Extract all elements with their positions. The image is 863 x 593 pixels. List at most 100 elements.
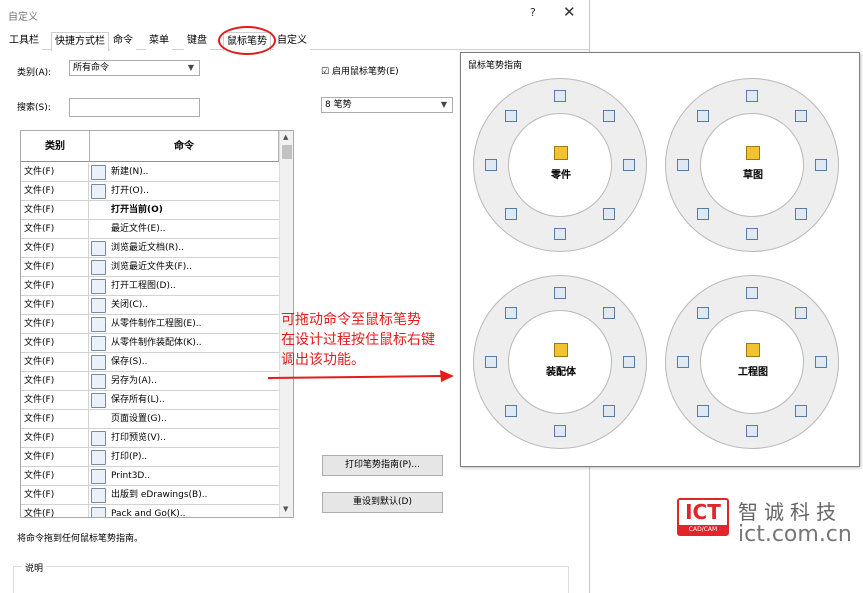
gesture-slot-icon[interactable]: [795, 208, 807, 220]
gesture-slot-icon[interactable]: [603, 110, 615, 122]
tab-shortcut-bar[interactable]: 快捷方式栏: [51, 32, 109, 51]
table-row[interactable]: 文件(F) 从零件制作装配体(K)..: [21, 334, 279, 353]
scroll-thumb[interactable]: [282, 145, 292, 159]
ict-logo-subtitle: CAD/CAM: [679, 525, 727, 535]
gesture-slot-icon[interactable]: [603, 307, 615, 319]
gesture-slot-icon[interactable]: [485, 159, 497, 171]
table-row[interactable]: 文件(F) 另存为(A)..: [21, 372, 279, 391]
column-header-command[interactable]: 命令: [90, 131, 279, 162]
gesture-slot-icon[interactable]: [795, 110, 807, 122]
tab-keyboard[interactable]: 键盘: [184, 32, 210, 50]
gesture-slot-icon[interactable]: [554, 425, 566, 437]
tab-commands[interactable]: 命令: [110, 32, 136, 50]
enable-gestures-label: 启用鼠标笔势(E): [331, 67, 399, 77]
column-header-category[interactable]: 类别: [21, 131, 90, 162]
table-row[interactable]: 文件(F) 浏览最近文档(R)..: [21, 239, 279, 258]
row-category: 文件(F): [21, 220, 89, 239]
document-type-icon: [746, 343, 760, 357]
gesture-slot-icon[interactable]: [623, 159, 635, 171]
gesture-count-select[interactable]: 8 笔势 ▼: [321, 97, 453, 113]
gesture-wheel[interactable]: 工程图: [665, 275, 839, 449]
table-row[interactable]: 文件(F) 打印(P)..: [21, 448, 279, 467]
row-category: 文件(F): [21, 410, 89, 429]
gesture-wheel[interactable]: 草图: [665, 78, 839, 252]
row-category: 文件(F): [21, 353, 89, 372]
row-command: 另存为(A)..: [111, 376, 157, 386]
gesture-slot-icon[interactable]: [746, 90, 758, 102]
gesture-slot-icon[interactable]: [795, 307, 807, 319]
help-button[interactable]: ?: [530, 6, 536, 19]
gesture-slot-icon[interactable]: [505, 405, 517, 417]
scroll-down-icon[interactable]: ▼: [283, 505, 288, 513]
reset-defaults-button[interactable]: 重设到默认(D): [322, 492, 443, 513]
gesture-slot-icon[interactable]: [746, 287, 758, 299]
row-category: 文件(F): [21, 315, 89, 334]
scroll-up-icon[interactable]: ▲: [283, 133, 288, 141]
gesture-slot-icon[interactable]: [554, 228, 566, 240]
category-select[interactable]: 所有命令 ▼: [69, 60, 200, 76]
row-command: 保存(S)..: [111, 357, 148, 367]
table-row[interactable]: 文件(F) 打开(O)..: [21, 182, 279, 201]
browse-doc-icon: [91, 241, 106, 256]
tab-customization[interactable]: 自定义: [274, 32, 310, 50]
tab-menus[interactable]: 菜单: [146, 32, 172, 50]
row-category: 文件(F): [21, 296, 89, 315]
gesture-slot-icon[interactable]: [815, 159, 827, 171]
gesture-slot-icon[interactable]: [505, 307, 517, 319]
table-row[interactable]: 文件(F) 打开工程图(D)..: [21, 277, 279, 296]
row-category: 文件(F): [21, 448, 89, 467]
gesture-slot-icon[interactable]: [746, 228, 758, 240]
gesture-slot-icon[interactable]: [603, 405, 615, 417]
gesture-slot-icon[interactable]: [746, 425, 758, 437]
gesture-slot-icon[interactable]: [554, 90, 566, 102]
search-input[interactable]: [69, 98, 200, 117]
table-row[interactable]: 文件(F) 浏览最近文件夹(F)..: [21, 258, 279, 277]
row-command: 从零件制作装配体(K)..: [111, 338, 202, 348]
gesture-slot-icon[interactable]: [505, 208, 517, 220]
table-row[interactable]: 文件(F) 保存所有(L)..: [21, 391, 279, 410]
gesture-slot-icon[interactable]: [677, 159, 689, 171]
gesture-slot-icon[interactable]: [485, 356, 497, 368]
gesture-slot-icon[interactable]: [554, 287, 566, 299]
table-row[interactable]: 文件(F) 新建(N)..: [21, 163, 279, 182]
table-row[interactable]: 文件(F) 打印预览(V)..: [21, 429, 279, 448]
browse-folder-icon: [91, 260, 106, 275]
company-url: ict.com.cn: [738, 522, 852, 547]
document-type-icon: [554, 146, 568, 160]
table-row[interactable]: 文件(F) 最近文件(E)..: [21, 220, 279, 239]
gesture-slot-icon[interactable]: [697, 208, 709, 220]
table-row[interactable]: 文件(F) 关闭(C)..: [21, 296, 279, 315]
gesture-wheel[interactable]: 装配体: [473, 275, 647, 449]
table-row[interactable]: 文件(F) 打开当前(O): [21, 201, 279, 220]
close-button[interactable]: ✕: [563, 3, 576, 21]
company-name: 智诚科技: [738, 500, 842, 524]
gesture-slot-icon[interactable]: [815, 356, 827, 368]
gesture-count-value: 8 笔势: [325, 100, 352, 110]
wheel-center: 草图: [700, 113, 804, 217]
row-category: 文件(F): [21, 163, 89, 182]
row-category: 文件(F): [21, 391, 89, 410]
gesture-slot-icon[interactable]: [677, 356, 689, 368]
gesture-wheel[interactable]: 零件: [473, 78, 647, 252]
row-command: 从零件制作工程图(E)..: [111, 319, 202, 329]
print-gesture-guide-button[interactable]: 打印笔势指南(P)...: [322, 455, 443, 476]
gesture-slot-icon[interactable]: [603, 208, 615, 220]
annotation-line: 调出该功能。: [281, 352, 365, 368]
table-row[interactable]: 文件(F) 页面设置(G)..: [21, 410, 279, 429]
row-command: 出版到 eDrawings(B)..: [111, 490, 208, 500]
table-row[interactable]: 文件(F) Print3D..: [21, 467, 279, 486]
table-row[interactable]: 文件(F) 保存(S)..: [21, 353, 279, 372]
gesture-slot-icon[interactable]: [697, 307, 709, 319]
gesture-slot-icon[interactable]: [697, 110, 709, 122]
gesture-slot-icon[interactable]: [697, 405, 709, 417]
table-row[interactable]: 文件(F) 从零件制作工程图(E)..: [21, 315, 279, 334]
row-command: 打开工程图(D)..: [111, 281, 176, 291]
gesture-slot-icon[interactable]: [795, 405, 807, 417]
gesture-slot-icon[interactable]: [623, 356, 635, 368]
gesture-slot-icon[interactable]: [505, 110, 517, 122]
table-row[interactable]: 文件(F) 出版到 eDrawings(B)..: [21, 486, 279, 505]
enable-gestures-checkbox[interactable]: ☑ 启用鼠标笔势(E): [321, 64, 399, 77]
table-row[interactable]: 文件(F) Pack and Go(K)..: [21, 505, 279, 517]
tab-toolbars[interactable]: 工具栏: [6, 32, 42, 50]
gesture-guide-panel: 鼠标笔势指南 零件 草图 装配体 工程图: [460, 52, 860, 467]
